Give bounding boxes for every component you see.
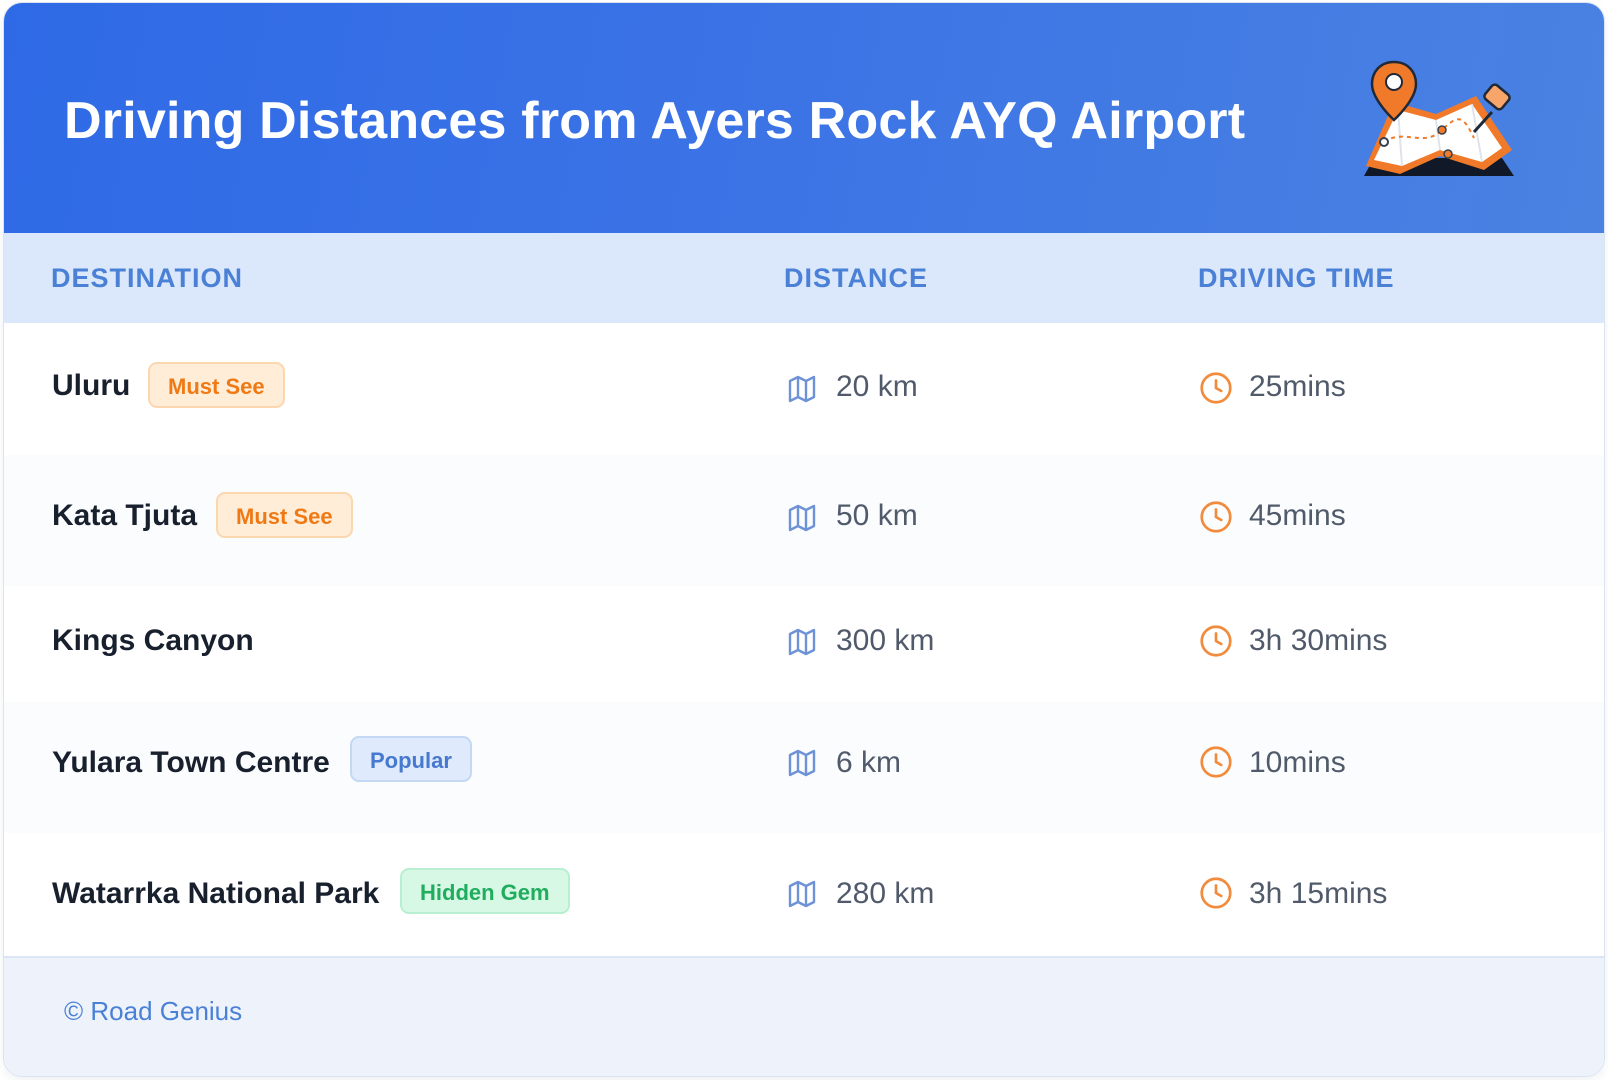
badge-must-see: Must See [216,492,353,538]
destination-name: Watarrka National Park [52,877,380,910]
distance-value: 50 km [836,499,918,532]
column-header-distance: DISTANCE [784,263,929,293]
badge-popular: Popular [350,736,472,782]
driving-time-value: 45mins [1249,499,1346,532]
clock-icon [1200,501,1232,533]
map-icon [788,880,816,908]
badge-hidden-gem: Hidden Gem [400,868,570,914]
map-icon [788,628,816,656]
driving-time-value: 10mins [1249,746,1346,779]
table-row: Kings Canyon 300 km 3h 30mins [4,586,1604,704]
table-row: Watarrka National Park Hidden Gem 280 km… [4,833,1604,956]
distance-value: 280 km [836,877,935,910]
badge-must-see: Must See [148,362,285,408]
destination-name: Kings Canyon [52,624,254,657]
table-row: Yulara Town Centre Popular 6 km 10mins [4,702,1604,835]
distance-value: 6 km [836,746,902,779]
clock-icon [1200,746,1232,778]
driving-time-value: 3h 30mins [1249,624,1388,657]
distance-table-card: Driving Distances from Ayers Rock AYQ Ai… [4,3,1604,1076]
copyright-text: © Road Genius [64,996,243,1026]
destination-name: Kata Tjuta [52,499,198,532]
header-banner: Driving Distances from Ayers Rock AYQ Ai… [4,3,1604,233]
driving-time-value: 25mins [1249,370,1346,403]
map-icon [788,749,816,777]
table-header: DESTINATION DISTANCE DRIVING TIME [4,233,1604,325]
column-header-destination: DESTINATION [51,263,243,293]
destination-name: Yulara Town Centre [52,746,330,779]
map-with-pins-icon [1364,60,1514,176]
table-row: Kata Tjuta Must See 50 km 45mins [4,455,1604,588]
clock-icon [1200,625,1232,657]
clock-icon [1200,877,1232,909]
destination-name: Uluru [52,369,131,402]
driving-time-value: 3h 15mins [1249,877,1388,910]
footer: © Road Genius [4,956,1604,1076]
distance-value: 300 km [836,624,935,657]
map-icon [788,375,816,403]
map-icon [788,504,816,532]
page-title: Driving Distances from Ayers Rock AYQ Ai… [64,92,1246,150]
distance-value: 20 km [836,370,918,403]
column-header-driving-time: DRIVING TIME [1198,263,1395,293]
clock-icon [1200,372,1232,404]
table-row: Uluru Must See 20 km 25mins [4,323,1604,457]
